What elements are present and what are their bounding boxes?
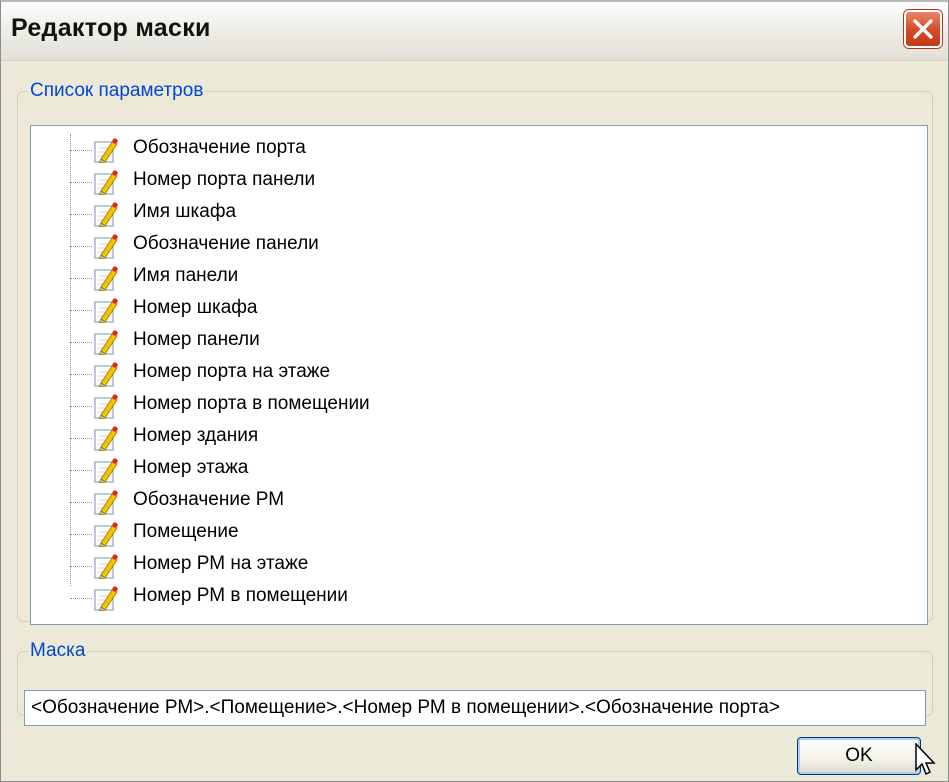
parameters-tree[interactable]: Обозначение порта Номер порта панели Имя ш… (30, 125, 928, 625)
parameter-label: Номер панели (133, 329, 260, 350)
parameter-label: Номер этажа (133, 457, 249, 478)
parameter-item[interactable]: Номер здания (70, 422, 670, 454)
parameter-item[interactable]: Помещение (70, 518, 670, 550)
mask-editor-dialog: Редактор маски Список параметров Обознач… (0, 0, 949, 782)
pencil-edit-icon (93, 553, 119, 584)
pencil-edit-icon (93, 361, 119, 392)
mouse-pointer-icon (915, 743, 936, 776)
pencil-edit-icon (93, 393, 119, 424)
parameter-label: Номер РМ в помещении (133, 585, 348, 606)
parameter-item[interactable]: Обозначение панели (70, 230, 670, 262)
tree-branch-line (70, 438, 92, 439)
close-x-icon (913, 19, 933, 39)
parameter-item[interactable]: Номер порта на этаже (70, 358, 670, 390)
parameter-label: Имя шкафа (133, 201, 237, 222)
parameter-label: Номер порта на этаже (133, 361, 331, 382)
tree-branch-line (70, 278, 92, 279)
title-bar[interactable]: Редактор маски (1, 2, 948, 61)
pencil-edit-icon (93, 425, 119, 456)
parameter-item[interactable]: Номер этажа (70, 454, 670, 486)
parameter-label: Обозначение панели (133, 233, 319, 254)
parameters-group: Список параметров Обозначение порта Номер… (17, 80, 933, 625)
parameter-label: Номер шкафа (133, 297, 258, 318)
close-button[interactable] (904, 10, 942, 48)
parameter-item[interactable]: Номер РМ в помещении (70, 582, 670, 614)
parameter-label: Номер порта панели (133, 169, 316, 190)
tree-branch-line (70, 502, 92, 503)
parameter-item[interactable]: Имя панели (70, 262, 670, 294)
parameter-item[interactable]: Номер порта в помещении (70, 390, 670, 422)
parameter-item[interactable]: Обозначение РМ (70, 486, 670, 518)
mask-group: Маска (17, 640, 933, 726)
pencil-edit-icon (93, 137, 119, 168)
parameter-item[interactable]: Номер порта панели (70, 166, 670, 198)
parameter-item[interactable]: Номер панели (70, 326, 670, 358)
pencil-edit-icon (93, 585, 119, 616)
pencil-edit-icon (93, 265, 119, 296)
tree-branch-line (70, 534, 92, 535)
pencil-edit-icon (93, 521, 119, 552)
tree-branch-line (70, 182, 92, 183)
mask-legend: Маска (30, 640, 86, 661)
parameter-label: Обозначение РМ (133, 489, 285, 510)
tree-branch-line (70, 566, 92, 567)
parameter-item[interactable]: Номер шкафа (70, 294, 670, 326)
mask-input[interactable] (24, 690, 926, 726)
parameter-item[interactable]: Номер РМ на этаже (70, 550, 670, 582)
pencil-edit-icon (93, 169, 119, 200)
parameter-label: Имя панели (133, 265, 239, 286)
tree-branch-line (70, 406, 92, 407)
pencil-edit-icon (93, 233, 119, 264)
pencil-edit-icon (93, 489, 119, 520)
tree-branch-line (70, 310, 92, 311)
pencil-edit-icon (93, 297, 119, 328)
tree-branch-line (70, 470, 92, 471)
tree-branch-line (70, 374, 92, 375)
pencil-edit-icon (93, 329, 119, 360)
parameter-item[interactable]: Имя шкафа (70, 198, 670, 230)
parameter-label: Номер здания (133, 425, 259, 446)
ok-button[interactable]: OK (797, 737, 921, 775)
pencil-edit-icon (93, 201, 119, 232)
parameter-item[interactable]: Обозначение порта (70, 134, 670, 166)
parameter-label: Помещение (133, 521, 239, 542)
parameter-label: Обозначение порта (133, 137, 306, 158)
parameter-label: Номер порта в помещении (133, 393, 370, 414)
parameters-legend: Список параметров (30, 80, 204, 101)
tree-branch-line (70, 246, 92, 247)
parameter-label: Номер РМ на этаже (133, 553, 309, 574)
tree-branch-line (70, 342, 92, 343)
tree-branch-line (70, 214, 92, 215)
tree-branch-line (70, 150, 92, 151)
dialog-title: Редактор маски (11, 14, 211, 42)
tree-branch-line (70, 598, 92, 599)
pencil-edit-icon (93, 457, 119, 488)
